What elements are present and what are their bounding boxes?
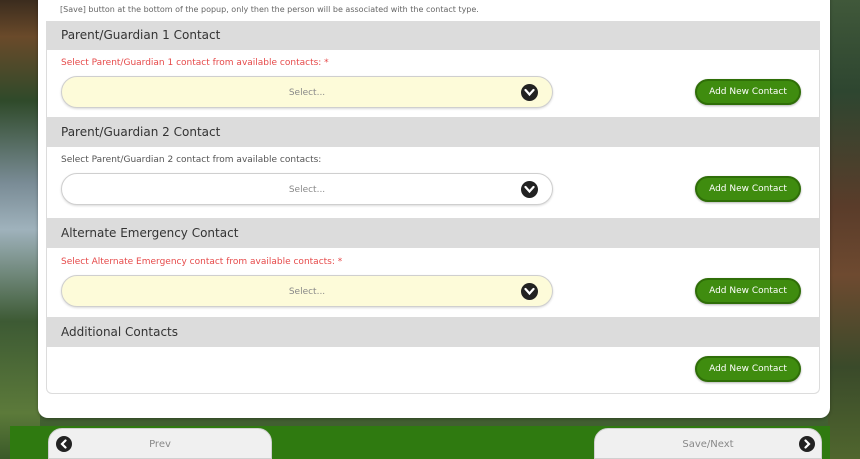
- save-next-label: Save/Next: [682, 439, 734, 450]
- prev-label: Prev: [149, 439, 171, 450]
- add-new-contact-button[interactable]: Add New Contact: [695, 356, 801, 382]
- add-new-contact-button[interactable]: Add New Contact: [695, 176, 801, 202]
- section-parent-guardian-2: Parent/Guardian 2 Contact Select Parent/…: [46, 118, 820, 219]
- background-right: [828, 0, 860, 459]
- section-title: Parent/Guardian 1 Contact: [47, 21, 819, 50]
- arrow-right-icon: [799, 436, 815, 452]
- save-next-button[interactable]: Save/Next: [594, 428, 822, 459]
- background-left: [0, 0, 40, 459]
- select-label: Select Parent/Guardian 1 contact from av…: [61, 58, 329, 68]
- parent-guardian-1-select[interactable]: Select...: [61, 76, 553, 108]
- select-value: Select...: [288, 287, 326, 297]
- select-value: Select...: [288, 185, 326, 195]
- section-title: Alternate Emergency Contact: [47, 219, 819, 248]
- section-alternate-emergency: Alternate Emergency Contact Select Alter…: [46, 219, 820, 318]
- section-additional-contacts: Additional Contacts Add New Contact: [46, 318, 820, 394]
- chevron-down-icon: [521, 283, 538, 300]
- section-title: Parent/Guardian 2 Contact: [47, 118, 819, 147]
- select-label: Select Alternate Emergency contact from …: [61, 257, 343, 267]
- section-title: Additional Contacts: [47, 318, 819, 347]
- intro-text: [Save] button at the bottom of the popup…: [60, 5, 479, 14]
- chevron-down-icon: [521, 84, 538, 101]
- add-new-contact-button[interactable]: Add New Contact: [695, 278, 801, 304]
- chevron-down-icon: [521, 181, 538, 198]
- section-parent-guardian-1: Parent/Guardian 1 Contact Select Parent/…: [46, 21, 820, 118]
- parent-guardian-2-select[interactable]: Select...: [61, 173, 553, 205]
- alternate-emergency-select[interactable]: Select...: [61, 275, 553, 307]
- select-value: Select...: [288, 88, 326, 98]
- prev-button[interactable]: Prev: [48, 428, 272, 459]
- select-label: Select Parent/Guardian 2 contact from av…: [61, 155, 322, 165]
- add-new-contact-button[interactable]: Add New Contact: [695, 79, 801, 105]
